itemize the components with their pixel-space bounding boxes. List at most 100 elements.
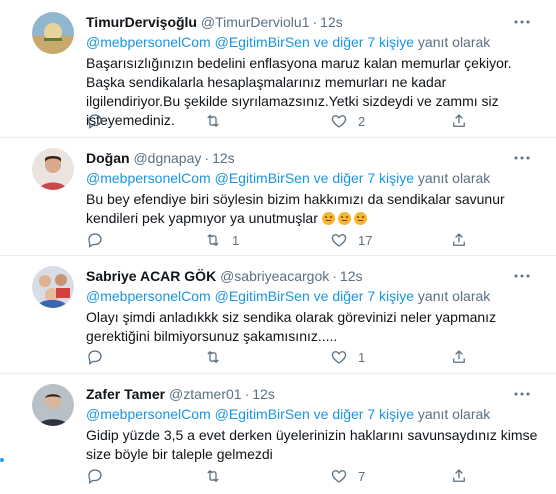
others-link[interactable]: ve diğer 7 kişiye <box>314 34 414 50</box>
replying-to: @mebpersonelCom @EgitimBirSen ve diğer 7… <box>86 404 540 424</box>
tweet-actions: 1 <box>86 347 486 367</box>
timestamp[interactable]: 12s <box>252 386 275 402</box>
tweet-actions: 1 17 <box>86 230 486 250</box>
share-button[interactable] <box>450 347 468 367</box>
avatar[interactable] <box>32 266 74 308</box>
mention-link[interactable]: @EgitimBirSen <box>215 406 310 422</box>
user-handle[interactable]: @sabriyeacargok <box>220 268 329 284</box>
avatar[interactable] <box>32 12 74 54</box>
like-button[interactable]: 1 <box>330 347 365 367</box>
tweet-actions: 7 <box>86 466 486 486</box>
reply-suffix: yanıt olarak <box>417 170 491 186</box>
tweet[interactable]: Zafer Tamer @ztamer01 · 12s @mebpersonelCo… <box>0 374 556 494</box>
reply-icon <box>88 469 102 485</box>
thinking-face-emoji <box>353 212 367 225</box>
heart-icon <box>331 351 347 364</box>
retweet-button[interactable]: 1 <box>204 230 239 250</box>
retweet-button[interactable] <box>204 347 232 367</box>
mention-link[interactable]: @EgitimBirSen <box>215 288 310 304</box>
mention-link[interactable]: @EgitimBirSen <box>215 170 310 186</box>
tweet-header: TimurDervişoğlu @TimurDerviolu1 · 12s <box>86 12 540 32</box>
like-count: 1 <box>358 349 366 365</box>
like-button[interactable]: 7 <box>330 466 365 486</box>
thinking-face-emoji <box>337 212 351 225</box>
replying-to: @mebpersonelCom @EgitimBirSen ve diğer 7… <box>86 32 540 52</box>
separator-dot: · <box>204 150 210 166</box>
display-name[interactable]: Zafer Tamer <box>86 386 165 402</box>
thinking-face-emoji <box>321 212 335 225</box>
reply-icon <box>88 114 102 130</box>
retweet-button[interactable] <box>204 111 232 131</box>
tweet-text: Gidip yüzde 3,5 a evet derken üyeleriniz… <box>86 427 538 462</box>
mention-link[interactable]: @mebpersonelCom <box>86 288 211 304</box>
others-link[interactable]: ve diğer 7 kişiye <box>314 288 414 304</box>
like-count: 7 <box>358 468 366 484</box>
mention-link[interactable]: @mebpersonelCom <box>86 406 211 422</box>
tweet-feed: TimurDervişoğlu @TimurDerviolu1 · 12s @meb… <box>0 0 556 494</box>
reply-button[interactable] <box>86 466 114 486</box>
tweet-text-container: Bu bey efendiye biri söylesin bizim hakk… <box>86 190 540 228</box>
retweet-icon <box>207 350 219 364</box>
timestamp[interactable]: 12s <box>320 14 343 30</box>
timestamp[interactable]: 12s <box>340 268 363 284</box>
avatar[interactable] <box>32 384 74 426</box>
timestamp[interactable]: 12s <box>212 150 235 166</box>
like-count: 17 <box>358 232 373 248</box>
retweet-button[interactable] <box>204 466 232 486</box>
reply-icon <box>88 233 102 249</box>
tweet[interactable]: Doğan @dgnapay · 12s @mebpersonelCom @Egit… <box>0 138 556 256</box>
replying-to: @mebpersonelCom @EgitimBirSen ve diğer 7… <box>86 286 540 306</box>
reply-button[interactable] <box>86 230 114 250</box>
mention-link[interactable]: @EgitimBirSen <box>215 34 310 50</box>
tweet-actions: 2 <box>86 111 486 131</box>
separator-dot: · <box>244 386 250 402</box>
like-button[interactable]: 17 <box>330 230 372 250</box>
retweet-count: 1 <box>232 232 240 248</box>
reply-suffix: yanıt olarak <box>417 288 491 304</box>
reply-suffix: yanıt olarak <box>417 34 491 50</box>
user-handle[interactable]: @dgnapay <box>133 150 201 166</box>
tweet[interactable]: TimurDervişoğlu @TimurDerviolu1 · 12s @meb… <box>0 0 556 138</box>
display-name[interactable]: Doğan <box>86 150 130 166</box>
mention-link[interactable]: @mebpersonelCom <box>86 170 211 186</box>
more-options-icon[interactable] <box>512 12 532 32</box>
share-icon <box>453 233 465 246</box>
mention-link[interactable]: @mebpersonelCom <box>86 34 211 50</box>
tweet-header: Zafer Tamer @ztamer01 · 12s <box>86 384 540 404</box>
more-options-icon[interactable] <box>512 266 532 286</box>
tweet-text: Bu bey efendiye biri söylesin bizim hakk… <box>86 191 505 226</box>
like-count: 2 <box>358 113 366 129</box>
blue-indicator-dot <box>0 458 4 462</box>
share-button[interactable] <box>450 466 468 486</box>
user-handle[interactable]: @TimurDerviolu1 <box>201 14 310 30</box>
like-button[interactable]: 2 <box>330 111 365 131</box>
retweet-icon <box>207 469 219 483</box>
user-handle[interactable]: @ztamer01 <box>169 386 242 402</box>
tweet-text: Olayı şimdi anladıkkk siz sendika olarak… <box>86 309 497 344</box>
tweet-header: Doğan @dgnapay · 12s <box>86 148 540 168</box>
avatar[interactable] <box>32 148 74 190</box>
share-button[interactable] <box>450 230 468 250</box>
reply-button[interactable] <box>86 111 114 131</box>
tweet[interactable]: Sabriye ACAR GÖK @sabriyeacargok · 12s @me… <box>0 256 556 374</box>
heart-icon <box>331 234 347 247</box>
display-name[interactable]: TimurDervişoğlu <box>86 14 197 30</box>
separator-dot: · <box>332 268 337 284</box>
tweet-header: Sabriye ACAR GÖK @sabriyeacargok · 12s <box>86 266 540 286</box>
reply-button[interactable] <box>86 347 114 367</box>
share-icon <box>453 114 465 127</box>
retweet-icon <box>207 233 219 247</box>
reply-suffix: yanıt olarak <box>417 406 491 422</box>
reply-icon <box>88 350 102 366</box>
share-button[interactable] <box>450 111 468 131</box>
heart-icon <box>331 470 347 483</box>
more-options-icon[interactable] <box>512 148 532 168</box>
separator-dot: · <box>312 14 318 30</box>
retweet-icon <box>207 114 219 128</box>
others-link[interactable]: ve diğer 7 kişiye <box>314 406 414 422</box>
replying-to: @mebpersonelCom @EgitimBirSen ve diğer 7… <box>86 168 540 188</box>
display-name[interactable]: Sabriye ACAR GÖK <box>86 268 216 284</box>
more-options-icon[interactable] <box>512 384 532 404</box>
heart-icon <box>331 115 347 128</box>
others-link[interactable]: ve diğer 7 kişiye <box>314 170 414 186</box>
